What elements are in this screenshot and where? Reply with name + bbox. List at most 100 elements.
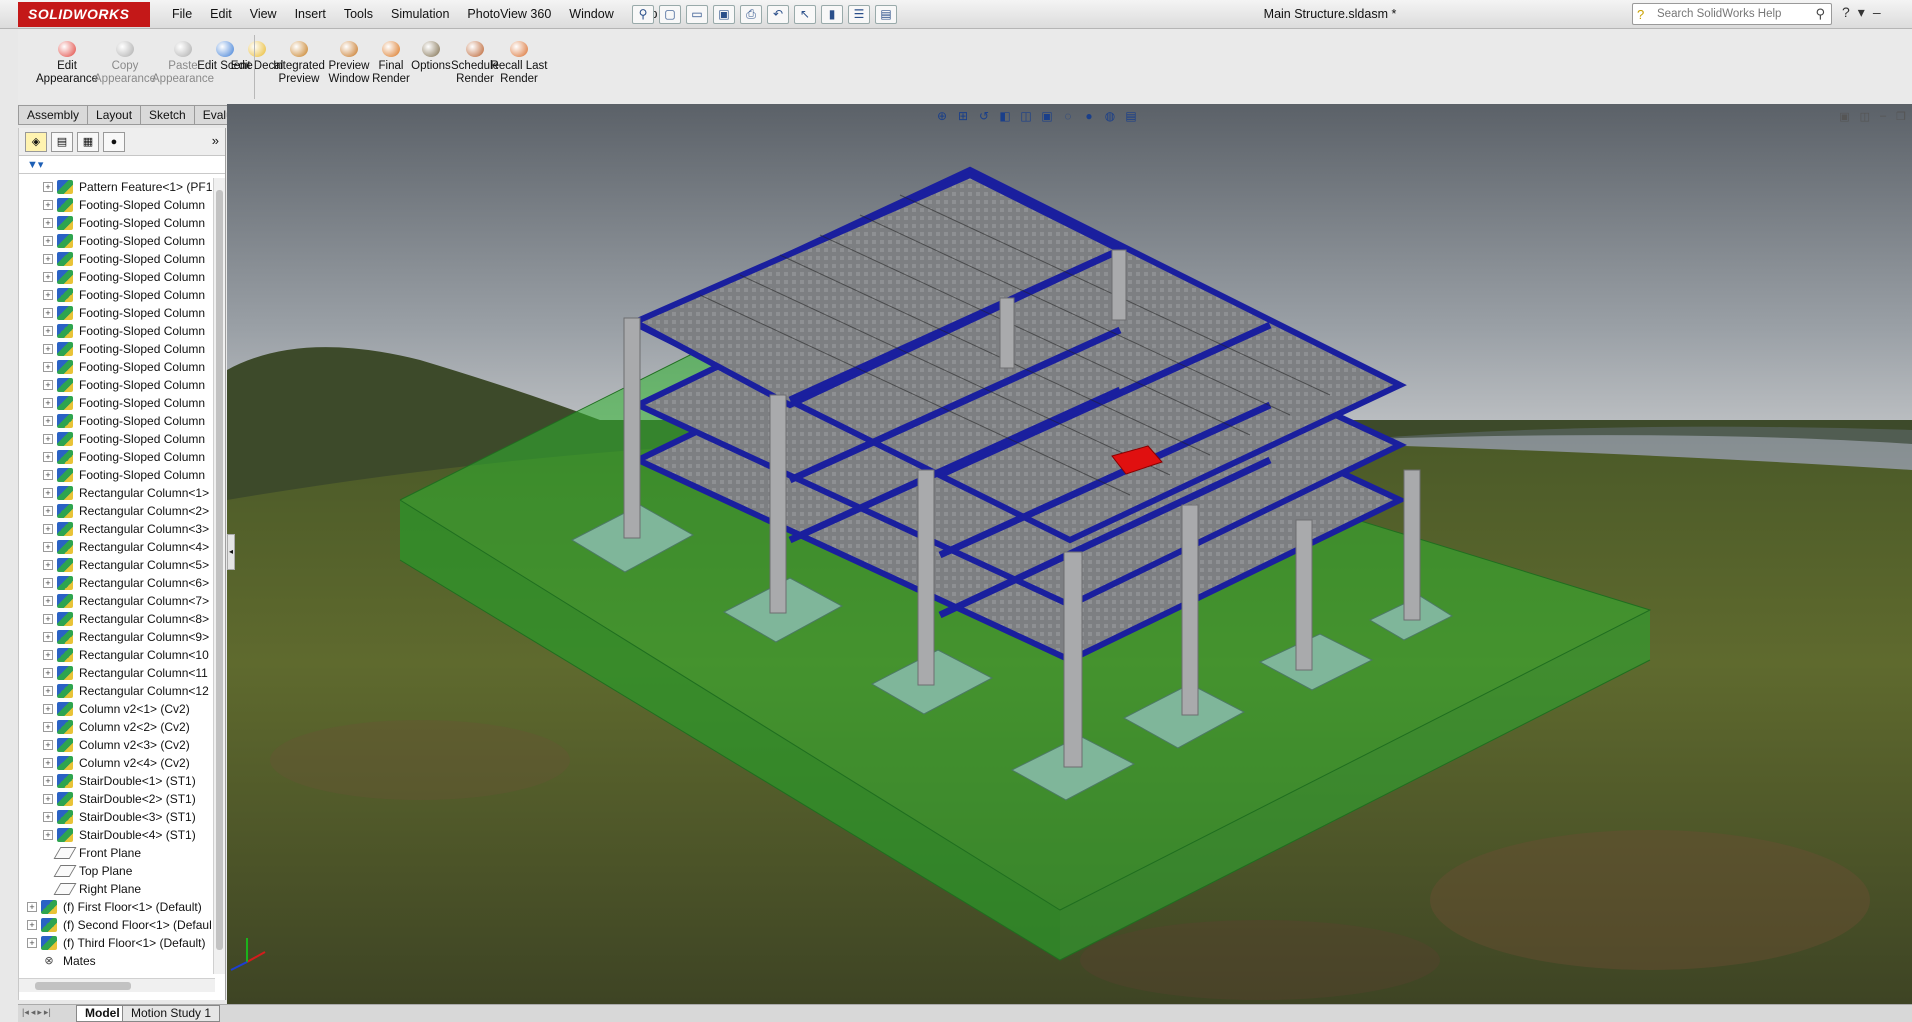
expand-icon[interactable]: +: [43, 452, 53, 462]
tree-item[interactable]: + Column v2<2> (Cv2): [19, 718, 215, 736]
tree-item[interactable]: + Footing-Sloped Column: [19, 466, 215, 484]
expand-icon[interactable]: +: [43, 722, 53, 732]
tree-item[interactable]: + (f) Third Floor<1> (Default): [19, 934, 215, 952]
tab-layout[interactable]: Layout: [87, 105, 141, 125]
tree-item[interactable]: + Footing-Sloped Column: [19, 412, 215, 430]
tree-filter[interactable]: ▼▾: [19, 156, 225, 174]
tab-sketch[interactable]: Sketch: [140, 105, 194, 125]
tree-item[interactable]: + Column v2<1> (Cv2): [19, 700, 215, 718]
tree-item[interactable]: ⊗ Mates: [19, 952, 215, 970]
expand-icon[interactable]: +: [43, 380, 53, 390]
tree-item[interactable]: + Footing-Sloped Column: [19, 376, 215, 394]
tree-item[interactable]: + Footing-Sloped Column: [19, 304, 215, 322]
tile-viewport-icon[interactable]: ▣: [1839, 110, 1849, 123]
last-tab-icon[interactable]: ▸|: [44, 1007, 51, 1018]
tree-item[interactable]: + Rectangular Column<11: [19, 664, 215, 682]
tree-item[interactable]: + Pattern Feature<1> (PF1: [19, 178, 215, 196]
apply-scene-icon[interactable]: ◍: [1101, 108, 1119, 124]
tree-item[interactable]: + StairDouble<1> (ST1): [19, 772, 215, 790]
expand-icon[interactable]: +: [43, 686, 53, 696]
expand-icon[interactable]: +: [43, 182, 53, 192]
menu-edit[interactable]: Edit: [201, 0, 241, 29]
display-style-icon[interactable]: ▣: [1038, 108, 1056, 124]
tree-item[interactable]: + Column v2<3> (Cv2): [19, 736, 215, 754]
zoom-to-area-icon[interactable]: ⊞: [954, 108, 972, 124]
tree-item[interactable]: + Footing-Sloped Column: [19, 340, 215, 358]
print-icon[interactable]: ⎙: [740, 5, 762, 24]
menu-insert[interactable]: Insert: [286, 0, 335, 29]
pin-icon[interactable]: ⚲: [632, 5, 654, 24]
expand-icon[interactable]: +: [43, 398, 53, 408]
file-properties-icon[interactable]: ☰: [848, 5, 870, 24]
command-recall-last-render[interactable]: Recall Last Render: [488, 41, 550, 85]
view-orientation-icon[interactable]: ◫: [1017, 108, 1035, 124]
undo-icon[interactable]: ↶: [767, 5, 789, 24]
expand-icon[interactable]: +: [43, 776, 53, 786]
tree-item[interactable]: + Footing-Sloped Column: [19, 322, 215, 340]
expand-icon[interactable]: +: [43, 812, 53, 822]
property-manager-tab-icon[interactable]: ▤: [51, 132, 73, 152]
new-document-icon[interactable]: ▢: [659, 5, 681, 24]
expand-icon[interactable]: +: [43, 326, 53, 336]
tree-item[interactable]: Right Plane: [19, 880, 215, 898]
graphics-area[interactable]: ⊕ ⊞ ↺ ◧ ◫ ▣ ◌ ● ◍ ▤ ▣ ◫ – ❐ ◂: [227, 104, 1912, 1004]
expand-icon[interactable]: +: [43, 344, 53, 354]
expand-icon[interactable]: +: [43, 614, 53, 624]
menu-view[interactable]: View: [241, 0, 286, 29]
tree-item[interactable]: + Footing-Sloped Column: [19, 250, 215, 268]
tree-item[interactable]: + Rectangular Column<7>: [19, 592, 215, 610]
tree-vertical-scrollbar[interactable]: [213, 178, 225, 974]
tree-item[interactable]: + Footing-Sloped Column: [19, 214, 215, 232]
expand-icon[interactable]: +: [43, 362, 53, 372]
tree-item[interactable]: Front Plane: [19, 844, 215, 862]
expand-icon[interactable]: +: [43, 830, 53, 840]
expand-icon[interactable]: +: [43, 740, 53, 750]
bottom-tab-model[interactable]: Model: [76, 1005, 129, 1022]
expand-icon[interactable]: +: [43, 218, 53, 228]
bottom-tab-motion-study-1[interactable]: Motion Study 1: [122, 1005, 221, 1022]
tree-item[interactable]: + Footing-Sloped Column: [19, 268, 215, 286]
options-icon[interactable]: ▤: [875, 5, 897, 24]
tree-item[interactable]: + Rectangular Column<3>: [19, 520, 215, 538]
help-icon[interactable]: ?: [1842, 4, 1850, 21]
zoom-to-fit-icon[interactable]: ⊕: [933, 108, 951, 124]
first-tab-icon[interactable]: |◂: [22, 1007, 29, 1018]
expand-icon[interactable]: +: [43, 794, 53, 804]
tree-item[interactable]: + Column v2<4> (Cv2): [19, 754, 215, 772]
expand-icon[interactable]: +: [43, 506, 53, 516]
expand-icon[interactable]: +: [43, 470, 53, 480]
tree-item[interactable]: + Rectangular Column<12: [19, 682, 215, 700]
expand-icon[interactable]: +: [43, 434, 53, 444]
expand-icon[interactable]: +: [43, 290, 53, 300]
expand-icon[interactable]: +: [43, 560, 53, 570]
minimize-icon[interactable]: –: [1873, 4, 1881, 21]
expand-icon[interactable]: +: [27, 938, 37, 948]
feature-tree-tab-icon[interactable]: ◈: [25, 132, 47, 152]
tree-horizontal-scrollbar[interactable]: [19, 978, 215, 992]
select-pointer-icon[interactable]: ↖: [794, 5, 816, 24]
expand-icon[interactable]: +: [43, 542, 53, 552]
edit-appearance-icon[interactable]: ●: [1080, 108, 1098, 124]
tree-item[interactable]: Top Plane: [19, 862, 215, 880]
expand-icon[interactable]: +: [43, 524, 53, 534]
tree-item[interactable]: + Rectangular Column<10: [19, 646, 215, 664]
tab-assembly[interactable]: Assembly: [18, 105, 88, 125]
tree-item[interactable]: + Footing-Sloped Column: [19, 196, 215, 214]
menu-window[interactable]: Window: [560, 0, 622, 29]
expand-icon[interactable]: +: [43, 596, 53, 606]
tree-item[interactable]: + Footing-Sloped Column: [19, 394, 215, 412]
expand-icon[interactable]: +: [43, 236, 53, 246]
tree-item[interactable]: + Footing-Sloped Column: [19, 286, 215, 304]
tree-item[interactable]: + Rectangular Column<9>: [19, 628, 215, 646]
tree-item[interactable]: + StairDouble<4> (ST1): [19, 826, 215, 844]
expand-icon[interactable]: +: [43, 416, 53, 426]
display-manager-tab-icon[interactable]: ●: [103, 132, 125, 152]
tree-item[interactable]: + StairDouble<3> (ST1): [19, 808, 215, 826]
search-input[interactable]: ? Search SolidWorks Help ⚲: [1632, 3, 1832, 25]
view-settings-icon[interactable]: ▤: [1122, 108, 1140, 124]
panel-collapse-handle[interactable]: ◂: [227, 534, 235, 570]
command-copy-appearance[interactable]: Copy Appearance: [94, 41, 156, 85]
restore-viewport-icon[interactable]: ❐: [1896, 110, 1906, 123]
command-edit-appearance[interactable]: Edit Appearance: [36, 41, 98, 85]
menu-photoview-360[interactable]: PhotoView 360: [458, 0, 560, 29]
